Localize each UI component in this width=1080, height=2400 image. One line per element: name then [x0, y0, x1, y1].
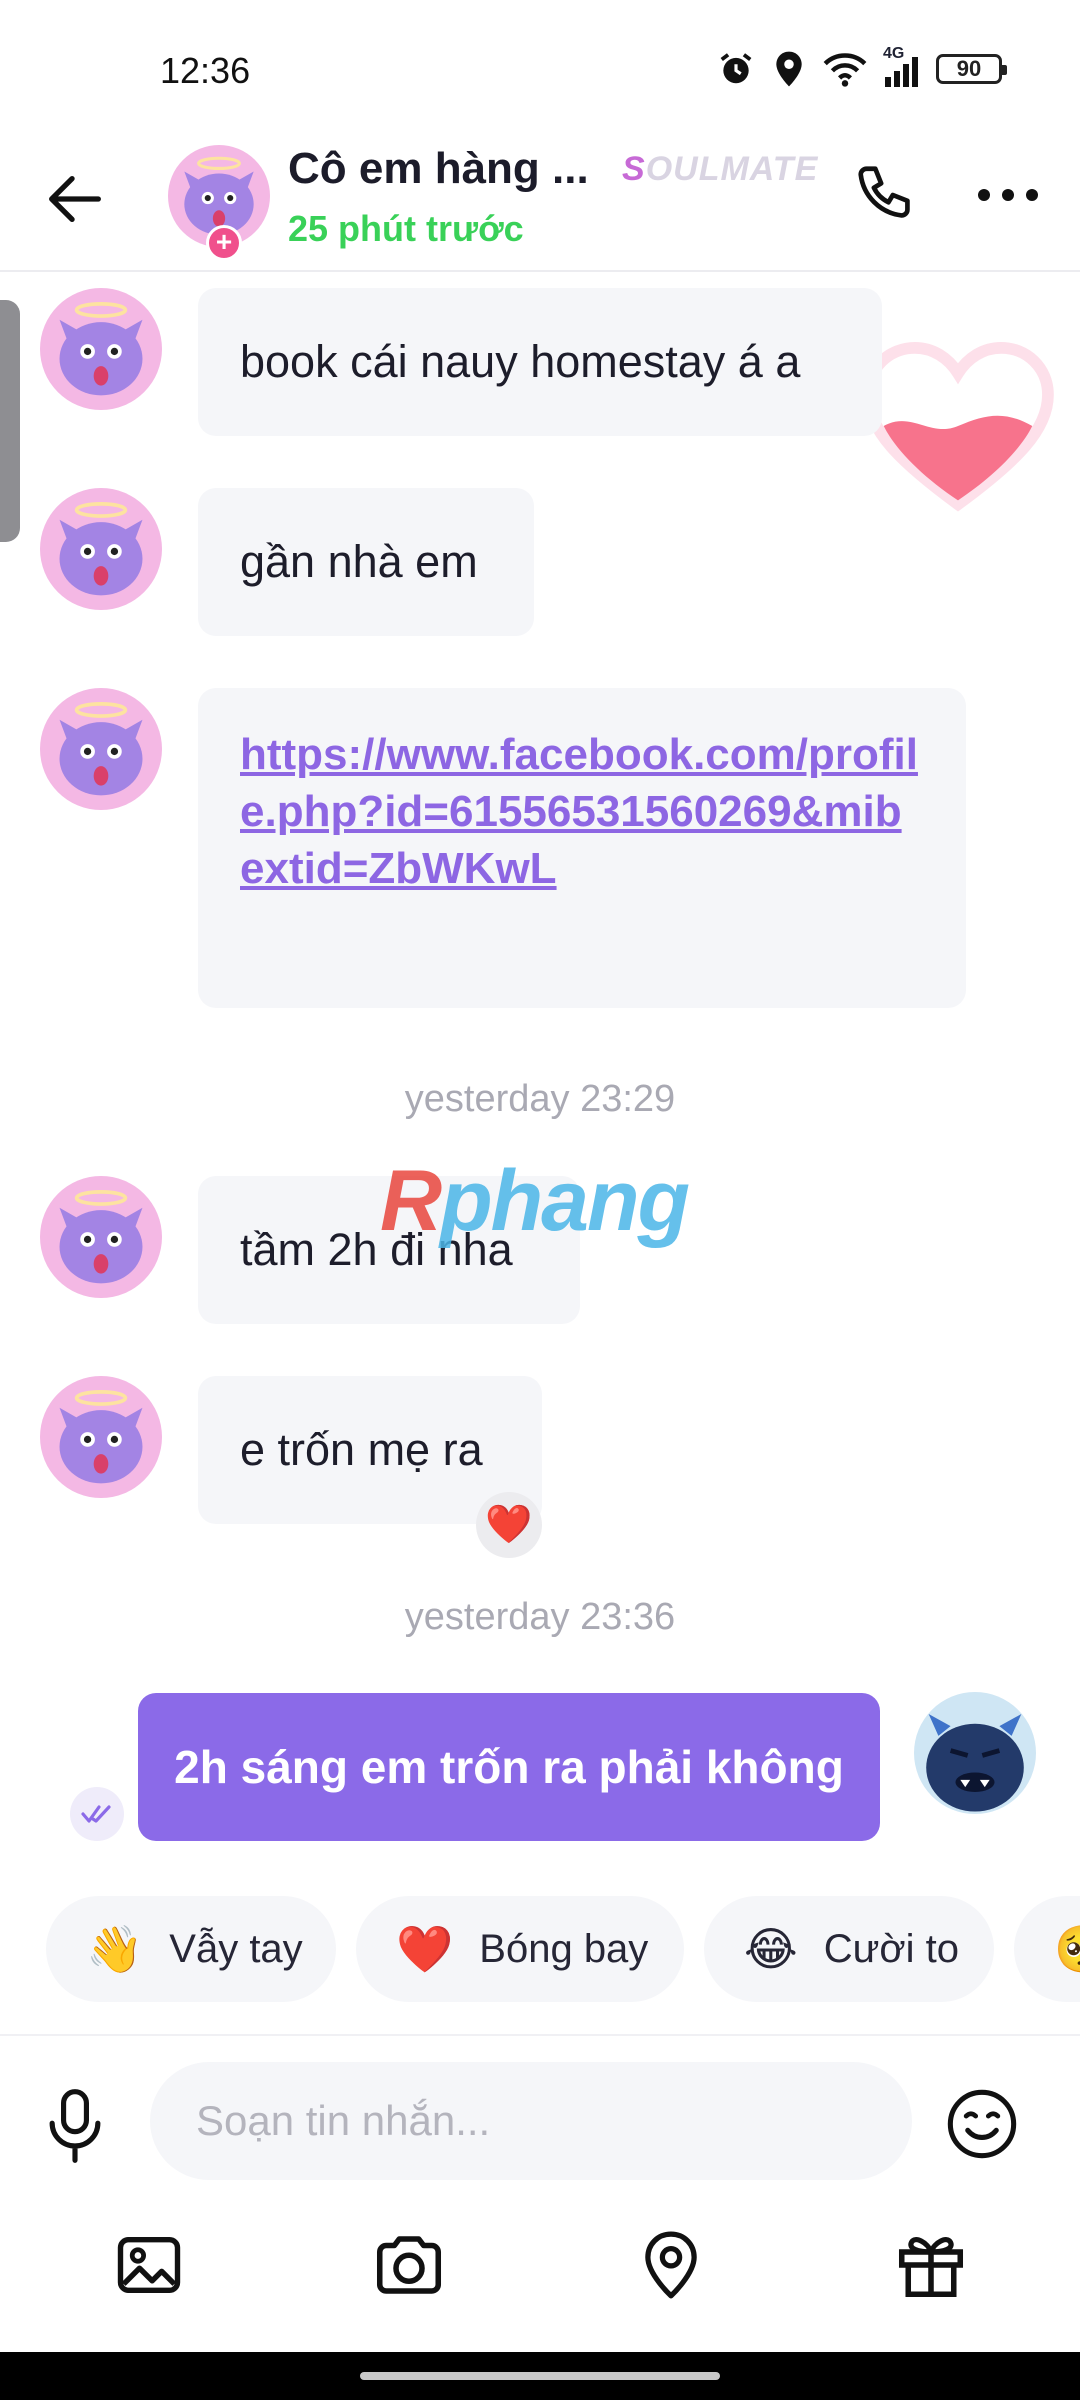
wifi-icon: [823, 53, 867, 87]
devil-avatar-icon: [59, 1190, 143, 1284]
message-bubble-link[interactable]: https://www.facebook.com/profile.php?id=…: [198, 688, 966, 1008]
voice-button[interactable]: [40, 2086, 110, 2166]
message-timestamp: yesterday 23:29: [404, 1078, 676, 1120]
call-button[interactable]: [852, 160, 922, 230]
quick-reaction-chip[interactable]: 😂 Cười to: [704, 1896, 994, 2002]
location-pin-icon: [645, 2231, 697, 2299]
quick-reaction-chip[interactable]: ❤️ Bóng bay: [356, 1896, 684, 2002]
pleading-icon: 🥺: [1054, 1922, 1080, 1977]
message-text: book cái nauy homestay á a: [240, 336, 801, 387]
microphone-icon: [49, 2089, 101, 2163]
message-bubble-incoming[interactable]: book cái nauy homestay á a: [198, 288, 882, 436]
camera-icon: [376, 2236, 442, 2294]
message-bubble-incoming[interactable]: gần nhà em: [198, 488, 534, 636]
status-time: 12:36: [160, 50, 251, 91]
monster-avatar-icon: [926, 1713, 1024, 1812]
devil-avatar-icon: [59, 702, 143, 796]
chip-label: Vẫy tay: [169, 1926, 303, 1971]
back-arrow-icon: [49, 175, 101, 223]
location-icon: [776, 51, 802, 87]
devil-avatar-icon: [59, 1390, 143, 1484]
soulmate-badge: SOULMATE: [622, 150, 818, 189]
chat-header: + Cô em hàng ... SOULMATE 25 phút trước: [0, 130, 1080, 272]
back-button[interactable]: [40, 164, 110, 234]
gift-button[interactable]: [886, 2220, 976, 2310]
heart-reaction-emoji: ❤️: [485, 1504, 533, 1546]
message-text: gần nhà em: [240, 536, 478, 587]
sender-avatar[interactable]: [40, 688, 162, 810]
my-avatar[interactable]: [914, 1692, 1036, 1814]
chip-label: Bóng bay: [479, 1926, 649, 1971]
message-composer: [0, 2034, 1080, 2180]
soulmate-badge-text: SOULMATE: [622, 150, 819, 188]
quick-reaction-chip[interactable]: 🥺: [1014, 1896, 1080, 2002]
quick-reaction-row: 👋 Vẫy tay ❤️ Bóng bay 😂 Cười to 🥺: [0, 1896, 1080, 2004]
location-button[interactable]: [626, 2220, 716, 2310]
heart-icon: ❤️: [396, 1922, 454, 1975]
status-bar: 12:36 4G 90: [0, 0, 1080, 130]
more-options-button[interactable]: [968, 160, 1048, 230]
side-panel-handle[interactable]: [0, 300, 20, 542]
camera-button[interactable]: [364, 2220, 454, 2310]
system-nav-bar: [0, 2352, 1080, 2400]
battery-level: 90: [956, 56, 982, 81]
chip-label: Cười to: [823, 1926, 960, 1971]
home-gesture-handle[interactable]: [360, 2372, 720, 2380]
add-friend-badge[interactable]: +: [206, 225, 242, 261]
sender-avatar[interactable]: [40, 288, 162, 410]
message-bubble-outgoing[interactable]: 2h sáng em trốn ra phải không: [138, 1693, 880, 1841]
battery-icon: 90: [936, 54, 1007, 84]
signal-icon: 4G: [883, 45, 918, 87]
sender-avatar[interactable]: [40, 488, 162, 610]
contact-avatar[interactable]: +: [168, 145, 270, 261]
more-icon: [978, 189, 1038, 201]
devil-avatar-icon: [59, 302, 143, 396]
image-icon: [117, 2236, 181, 2294]
wave-icon: 👋: [86, 1922, 144, 1975]
message-text: 2h sáng em trốn ra phải không: [174, 1741, 844, 1793]
watermark-logo: Rphang: [380, 1153, 690, 1249]
last-seen-status: 25 phút trước: [288, 208, 524, 249]
emoji-button[interactable]: [944, 2086, 1020, 2162]
message-timestamp: yesterday 23:36: [404, 1596, 676, 1638]
gift-icon: [898, 2237, 964, 2298]
heart-decoration-icon: [862, 341, 1054, 512]
laughing-icon: 😂: [744, 1923, 798, 1975]
smiley-icon: [947, 2089, 1017, 2159]
alarm-icon: [720, 53, 752, 84]
message-input[interactable]: [150, 2062, 912, 2180]
contact-name[interactable]: Cô em hàng ...: [288, 144, 589, 194]
attachment-toolbar: [0, 2220, 1080, 2340]
message-text: e trốn mẹ ra: [240, 1424, 483, 1475]
status-icons: 4G 90: [717, 45, 1007, 88]
quick-reaction-chip[interactable]: 👋 Vẫy tay: [46, 1896, 336, 2002]
network-type: 4G: [883, 45, 905, 62]
sender-avatar[interactable]: [40, 1376, 162, 1498]
read-receipt-icon: [70, 1787, 124, 1841]
message-link[interactable]: https://www.facebook.com/profile.php?id=…: [240, 726, 924, 897]
devil-avatar-icon: [59, 502, 143, 596]
heart-reaction[interactable]: ❤️: [476, 1492, 542, 1558]
phone-icon: [858, 166, 910, 218]
sender-avatar[interactable]: [40, 1176, 162, 1298]
gallery-button[interactable]: [104, 2220, 194, 2310]
